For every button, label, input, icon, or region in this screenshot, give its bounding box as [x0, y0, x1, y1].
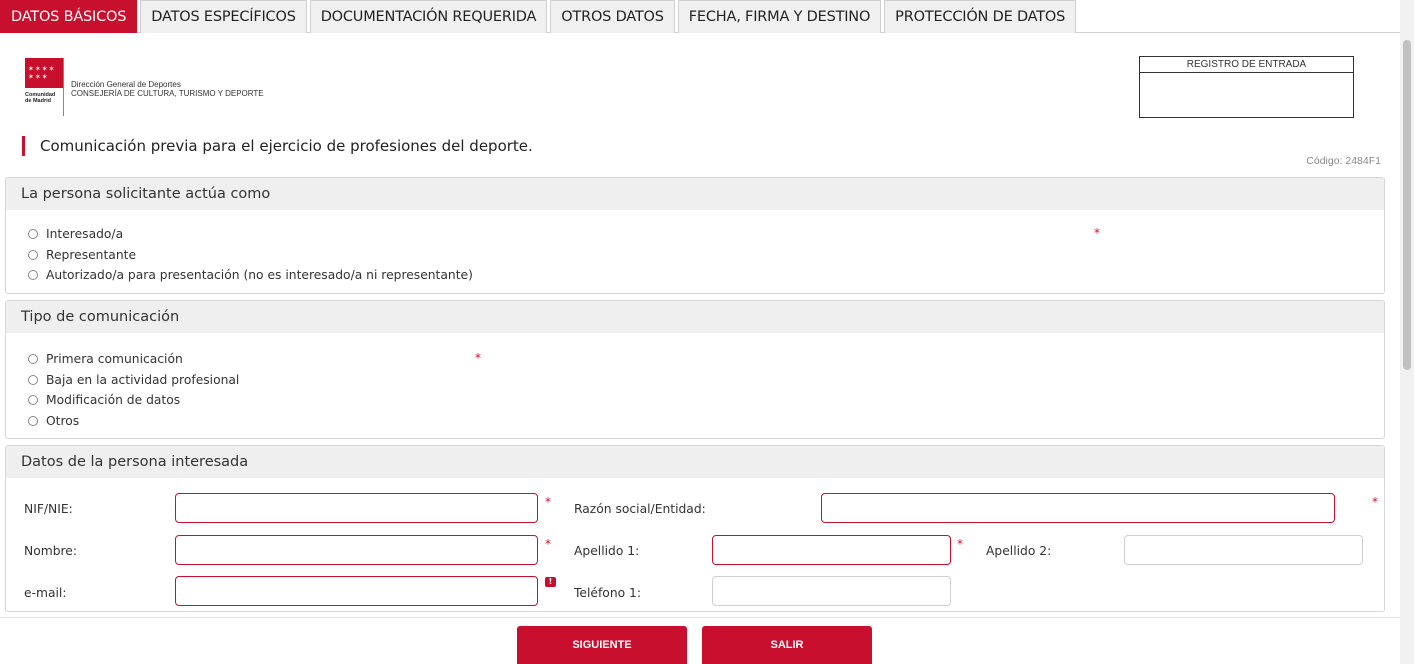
section-actua-como: La persona solicitante actúa como Intere…: [5, 177, 1385, 294]
logo-text: Comunidad de Madrid: [25, 92, 56, 104]
tab-otros-datos[interactable]: OTROS DATOS: [550, 0, 675, 33]
tab-datos-especificos[interactable]: DATOS ESPECÍFICOS: [140, 0, 307, 33]
tipo-options: Primera comunicación Baja en la activida…: [28, 349, 239, 431]
radio-modificacion-datos[interactable]: Modificación de datos: [28, 390, 239, 411]
razon-social-label: Razón social/Entidad:: [574, 502, 706, 516]
required-mark: *: [957, 537, 963, 551]
apellido2-label: Apellido 2:: [986, 544, 1052, 558]
radio-label: Representante: [46, 247, 137, 262]
apellido1-input[interactable]: [712, 535, 951, 565]
radio-label: Otros: [46, 413, 80, 428]
madrid-flag-icon: ✶✶✶✶ ✶✶✶: [25, 58, 63, 88]
apellido1-label: Apellido 1:: [574, 544, 640, 558]
nif-input[interactable]: [175, 493, 538, 523]
footer-divider: [0, 617, 1400, 618]
tab-bar: DATOS BÁSICOS DATOS ESPECÍFICOS DOCUMENT…: [0, 0, 1400, 33]
nombre-input[interactable]: [175, 535, 538, 565]
razon-social-input[interactable]: [821, 493, 1335, 523]
required-mark: *: [475, 351, 481, 365]
apellido2-input[interactable]: [1124, 535, 1363, 565]
tab-proteccion-datos[interactable]: PROTECCIÓN DE DATOS: [884, 0, 1077, 33]
scrollbar[interactable]: [1400, 0, 1414, 664]
section-title: Datos de la persona interesada: [6, 446, 1384, 478]
form-code: Código: 2484F1: [1306, 155, 1381, 167]
required-mark: *: [1094, 226, 1100, 240]
radio-label: Primera comunicación: [46, 352, 183, 367]
required-mark: *: [1372, 495, 1378, 509]
registro-title: REGISTRO DE ENTRADA: [1140, 57, 1353, 73]
radio-label: Autorizado/a para presentación (no es in…: [46, 268, 473, 283]
dept-name: Dirección General de Deportes: [71, 80, 181, 89]
page-title: Comunicación previa para el ejercicio de…: [22, 136, 533, 156]
required-mark: *: [545, 537, 551, 551]
radio-icon[interactable]: [28, 395, 38, 406]
consejeria-name: CONSEJERÍA DE CULTURA, TURISMO Y DEPORTE: [71, 89, 264, 98]
nombre-label: Nombre:: [24, 544, 78, 558]
radio-icon[interactable]: [28, 229, 38, 240]
tab-documentacion-requerida[interactable]: DOCUMENTACIÓN REQUERIDA: [309, 0, 548, 33]
logo-divider: [63, 58, 64, 116]
radio-label: Modificación de datos: [46, 393, 181, 408]
actua-options: Interesado/a Representante Autorizado/a …: [28, 224, 473, 286]
radio-representante[interactable]: Representante: [28, 245, 473, 266]
required-mark: *: [545, 495, 551, 509]
radio-baja-actividad[interactable]: Baja en la actividad profesional: [28, 370, 239, 391]
radio-icon[interactable]: [28, 354, 38, 365]
radio-interesado[interactable]: Interesado/a: [28, 224, 473, 245]
telefono-label: Teléfono 1:: [574, 586, 642, 600]
email-label: e-mail:: [24, 586, 67, 600]
radio-label: Baja en la actividad profesional: [46, 372, 240, 387]
siguiente-button[interactable]: SIGUIENTE: [517, 626, 687, 664]
radio-autorizado[interactable]: Autorizado/a para presentación (no es in…: [28, 265, 473, 286]
tab-datos-basicos[interactable]: DATOS BÁSICOS: [0, 0, 138, 33]
section-tipo-comunicacion: Tipo de comunicación Primera comunicació…: [5, 300, 1385, 439]
telefono-input[interactable]: [712, 576, 951, 606]
salir-button[interactable]: SALIR: [702, 626, 872, 664]
department-info: Dirección General de Deportes CONSEJERÍA…: [71, 80, 264, 98]
tab-fecha-firma-destino[interactable]: FECHA, FIRMA Y DESTINO: [677, 0, 882, 33]
radio-icon[interactable]: [28, 270, 38, 281]
email-input[interactable]: [175, 576, 538, 606]
radio-primera-comunicacion[interactable]: Primera comunicación: [28, 349, 239, 370]
radio-label: Interesado/a: [46, 227, 124, 242]
section-datos-interesada: Datos de la persona interesada NIF/NIE: …: [5, 445, 1385, 612]
radio-icon[interactable]: [28, 249, 38, 260]
info-icon[interactable]: !: [545, 577, 556, 587]
scrollbar-thumb[interactable]: [1403, 40, 1411, 370]
section-title: La persona solicitante actúa como: [6, 178, 1384, 210]
comunidad-madrid-logo: ✶✶✶✶ ✶✶✶ Comunidad de Madrid: [25, 58, 67, 118]
radio-icon[interactable]: [28, 374, 38, 385]
nif-label: NIF/NIE:: [24, 502, 73, 516]
registro-entrada-box: REGISTRO DE ENTRADA: [1139, 56, 1354, 118]
radio-icon[interactable]: [28, 415, 38, 426]
radio-otros[interactable]: Otros: [28, 411, 239, 432]
section-title: Tipo de comunicación: [6, 301, 1384, 333]
